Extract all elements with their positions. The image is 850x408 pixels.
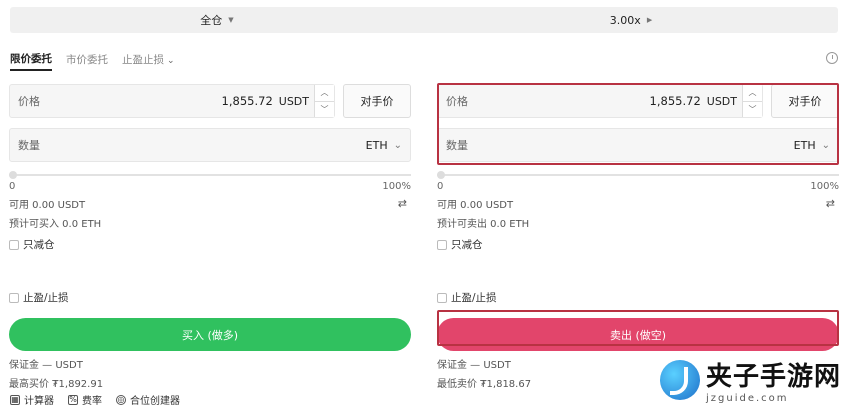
estimated-amount: 预计可买入 0.0 ETH bbox=[9, 219, 102, 230]
fees-label: 费率 bbox=[82, 396, 102, 407]
chevron-down-icon[interactable]: ⌄ bbox=[394, 140, 402, 151]
quantity-unit: ETH bbox=[365, 138, 388, 152]
max-buy-price: 最高买价 ₮1,892.91 bbox=[9, 379, 104, 390]
clock-icon[interactable] bbox=[826, 52, 838, 64]
sell-amount-slider[interactable] bbox=[437, 171, 839, 179]
slider-min-label: 0 bbox=[9, 181, 16, 192]
calculator-icon: ▦ bbox=[10, 394, 20, 405]
stepper-up-icon[interactable]: ︿ bbox=[315, 85, 334, 102]
reduce-only-label: 只减仓 bbox=[451, 239, 483, 251]
sell-short-button[interactable]: 卖出 (做空) bbox=[437, 318, 839, 351]
leverage-label: 3.00x bbox=[609, 13, 641, 27]
tab-limit[interactable]: 限价委托 bbox=[10, 51, 52, 71]
fees-tool[interactable]: % 费率 bbox=[68, 392, 102, 407]
buy-price-input[interactable]: 价格 1,855.72 USDT ︿ ﹀ bbox=[9, 84, 335, 118]
chevron-down-icon[interactable]: ⌄ bbox=[822, 140, 830, 151]
calculator-tool[interactable]: ▦ 计算器 bbox=[10, 392, 54, 407]
sell-panel: 价格 1,855.72 USDT ︿ ﹀ 对手价 数量 ETH ⌄ 0 100%… bbox=[437, 84, 839, 390]
position-builder-icon: ◎ bbox=[116, 394, 126, 405]
price-stepper: ︿ ﹀ bbox=[742, 85, 762, 117]
watermark-url: jzguide.com bbox=[706, 393, 789, 404]
tpsl-label: 止盈/止损 bbox=[451, 292, 497, 304]
stepper-down-icon[interactable]: ﹀ bbox=[315, 101, 334, 117]
slider-knob[interactable] bbox=[9, 171, 17, 179]
margin-mode-selector[interactable]: 全仓 ▼ bbox=[10, 7, 424, 33]
topbar: 全仓 ▼ 3.00x ▶ bbox=[10, 7, 838, 33]
reduce-only-checkbox[interactable]: 只减仓 bbox=[9, 237, 411, 252]
tab-market[interactable]: 市价委托 bbox=[66, 52, 108, 70]
watermark-logo-icon bbox=[660, 360, 700, 400]
price-value: 1,855.72 bbox=[221, 94, 273, 108]
price-unit: USDT bbox=[706, 94, 737, 108]
slider-max-label: 100% bbox=[810, 181, 839, 192]
tab-tpsl-label: 止盈止损 bbox=[122, 54, 164, 66]
checkbox-box[interactable] bbox=[9, 292, 19, 303]
buy-long-button[interactable]: 买入 (做多) bbox=[9, 318, 411, 351]
stepper-down-icon[interactable]: ﹀ bbox=[743, 101, 762, 117]
tab-tpsl[interactable]: 止盈止损 ⌄ bbox=[122, 52, 175, 70]
checkbox-box[interactable] bbox=[9, 239, 19, 250]
tpsl-checkbox[interactable]: 止盈/止损 bbox=[437, 290, 839, 305]
sell-quantity-input[interactable]: 数量 ETH ⌄ bbox=[437, 128, 839, 162]
swap-icon[interactable]: ⇄ bbox=[826, 197, 835, 210]
margin-info: 保证金 — USDT bbox=[437, 360, 511, 371]
margin-mode-label: 全仓 bbox=[200, 14, 223, 27]
fee-icon: % bbox=[68, 394, 78, 405]
chevron-down-icon: ⌄ bbox=[167, 56, 175, 66]
checkbox-box[interactable] bbox=[437, 239, 447, 250]
slider-knob[interactable] bbox=[437, 171, 445, 179]
watermark: 夹子手游网 jzguide.com bbox=[660, 356, 841, 404]
swap-icon[interactable]: ⇄ bbox=[398, 197, 407, 210]
caret-down-icon: ▼ bbox=[228, 16, 234, 24]
tpsl-label: 止盈/止损 bbox=[23, 292, 69, 304]
position-builder-tool[interactable]: ◎ 合位创建器 bbox=[116, 392, 180, 407]
tpsl-checkbox[interactable]: 止盈/止损 bbox=[9, 290, 411, 305]
quantity-unit: ETH bbox=[793, 138, 816, 152]
watermark-title: 夹子手游网 bbox=[706, 362, 842, 392]
order-type-tabs: 限价委托 市价委托 止盈止损 ⌄ bbox=[10, 51, 175, 71]
leverage-selector[interactable]: 3.00x ▶ bbox=[424, 7, 838, 33]
buy-amount-slider[interactable] bbox=[9, 171, 411, 179]
stepper-up-icon[interactable]: ︿ bbox=[743, 85, 762, 102]
price-stepper: ︿ ﹀ bbox=[314, 85, 334, 117]
estimated-amount: 预计可卖出 0.0 ETH bbox=[437, 219, 530, 230]
slider-min-label: 0 bbox=[437, 181, 444, 192]
sell-price-input[interactable]: 价格 1,855.72 USDT ︿ ﹀ bbox=[437, 84, 763, 118]
reduce-only-checkbox[interactable]: 只减仓 bbox=[437, 237, 839, 252]
price-label: 价格 bbox=[18, 95, 40, 108]
sell-counterparty-button[interactable]: 对手价 bbox=[771, 84, 839, 118]
caret-right-icon: ▶ bbox=[646, 16, 653, 24]
available-balance: 可用 0.00 USDT bbox=[9, 200, 86, 211]
min-sell-price: 最低卖价 ₮1,818.67 bbox=[437, 379, 532, 390]
position-builder-label: 合位创建器 bbox=[130, 396, 180, 407]
price-label: 价格 bbox=[446, 95, 468, 108]
slider-max-label: 100% bbox=[382, 181, 411, 192]
buy-counterparty-button[interactable]: 对手价 bbox=[343, 84, 411, 118]
bottom-tools: ▦ 计算器 % 费率 ◎ 合位创建器 bbox=[10, 392, 180, 407]
calculator-label: 计算器 bbox=[24, 396, 54, 407]
margin-info: 保证金 — USDT bbox=[9, 360, 83, 371]
quantity-label: 数量 bbox=[446, 139, 468, 152]
buy-panel: 价格 1,855.72 USDT ︿ ﹀ 对手价 数量 ETH ⌄ 0 100%… bbox=[9, 84, 411, 390]
available-balance: 可用 0.00 USDT bbox=[437, 200, 514, 211]
reduce-only-label: 只减仓 bbox=[23, 239, 55, 251]
checkbox-box[interactable] bbox=[437, 292, 447, 303]
buy-quantity-input[interactable]: 数量 ETH ⌄ bbox=[9, 128, 411, 162]
price-unit: USDT bbox=[278, 94, 309, 108]
quantity-label: 数量 bbox=[18, 139, 40, 152]
price-value: 1,855.72 bbox=[649, 94, 701, 108]
